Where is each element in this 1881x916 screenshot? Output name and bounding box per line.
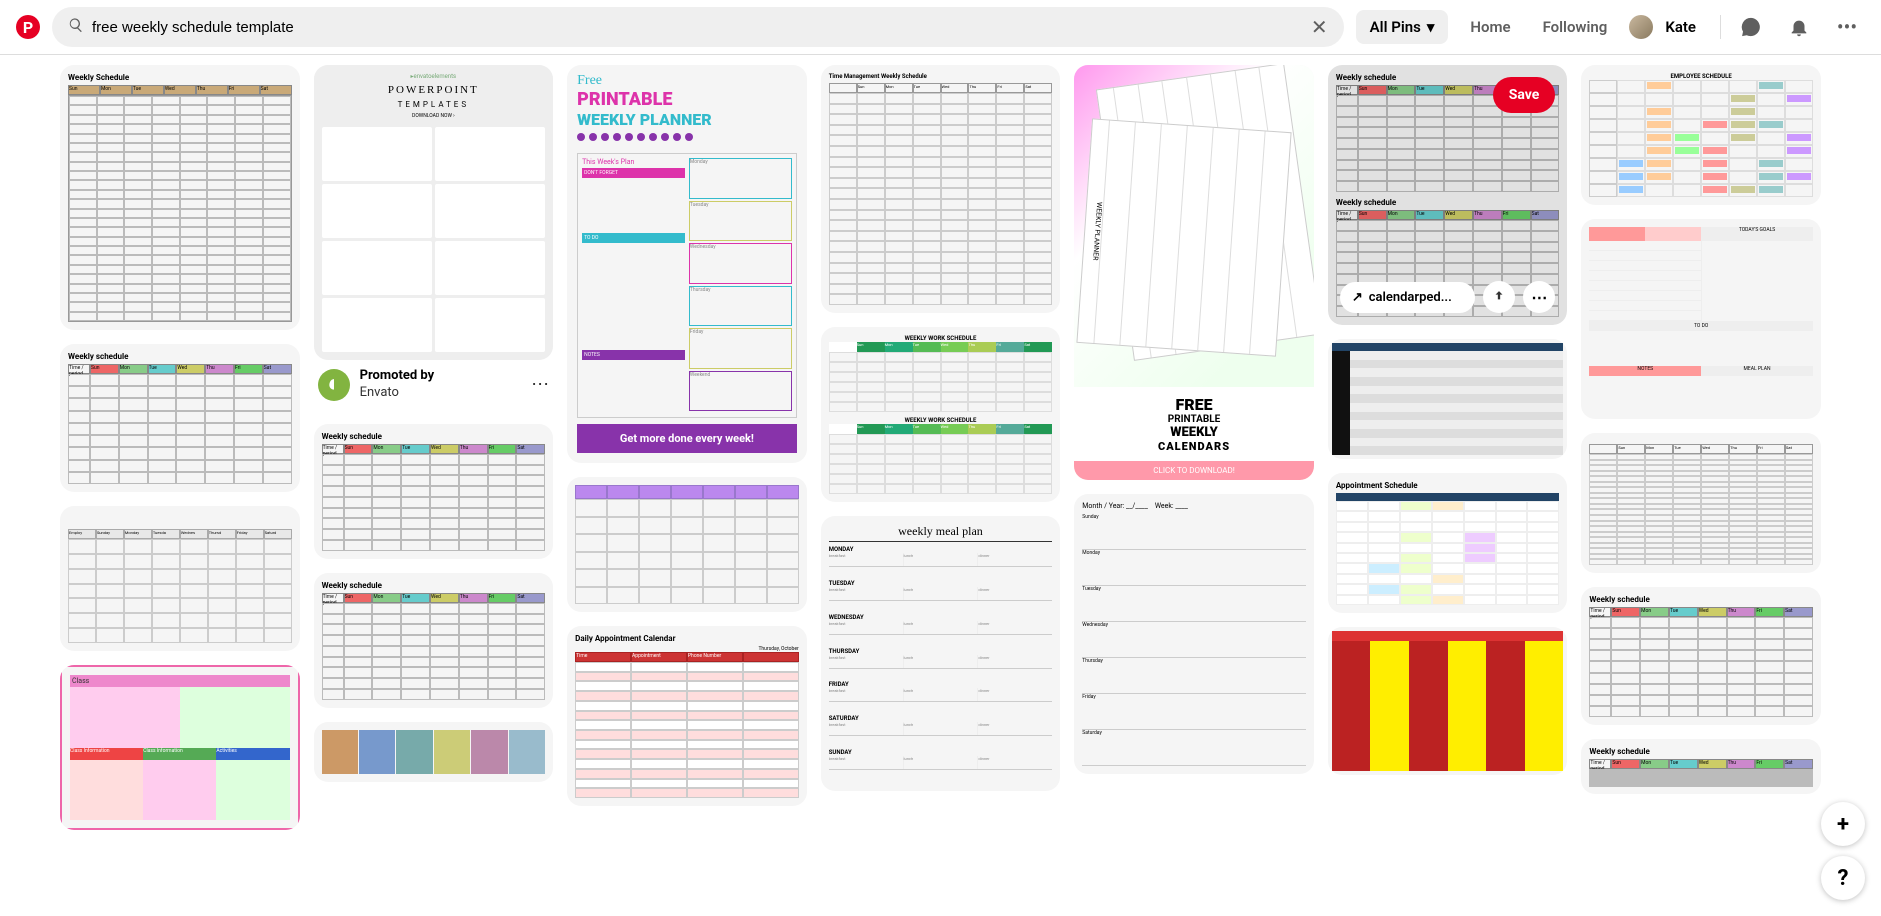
- pin[interactable]: WEEKLY PLANNER WEEKLY PLANNER FREE PRINT…: [1074, 65, 1314, 480]
- promoter-logo[interactable]: [318, 369, 350, 401]
- help-button[interactable]: ?: [1821, 856, 1865, 900]
- pin[interactable]: Time Management Weekly ScheduleSunMonTue…: [821, 65, 1061, 313]
- external-link-icon: ↗: [1352, 290, 1363, 305]
- all-pins-filter[interactable]: All Pins ▾: [1356, 10, 1449, 44]
- pin[interactable]: [1328, 339, 1568, 459]
- search-input[interactable]: [92, 19, 1303, 36]
- pin[interactable]: ▸envatoelements POWERPOINT TEMPLATES DOW…: [314, 65, 554, 410]
- pin[interactable]: Appointment Schedule: [1328, 473, 1568, 613]
- pin[interactable]: Weekly scheduleTime / periodSunMonTueWed…: [1328, 65, 1568, 325]
- promoted-attribution: Promoted byEnvato ⋯: [314, 360, 554, 410]
- pin[interactable]: Weekly scheduleTime / periodSunMonTueWed…: [1581, 739, 1821, 794]
- pin[interactable]: Weekly scheduleTime / periodSunMonTueWed…: [60, 344, 300, 492]
- pin[interactable]: EMPLOYEE SCHEDULE: [1581, 65, 1821, 205]
- search-icon: [68, 17, 84, 37]
- pin[interactable]: [1328, 627, 1568, 775]
- pin[interactable]: Weekly scheduleTime / periodSunMonTueWed…: [314, 424, 554, 559]
- pin[interactable]: Weekly scheduleTime / periodSunMonTueWed…: [1581, 587, 1821, 725]
- more-icon[interactable]: •••: [1829, 9, 1865, 45]
- chevron-down-icon: ▾: [1427, 18, 1435, 36]
- more-button[interactable]: ⋯: [1523, 281, 1555, 313]
- pin[interactable]: SunMonTueWedThuFriSat: [1581, 433, 1821, 573]
- promo-more-icon[interactable]: ⋯: [531, 374, 549, 395]
- pin[interactable]: [567, 477, 807, 612]
- user-name[interactable]: Kate: [1665, 18, 1708, 36]
- notifications-icon[interactable]: [1781, 9, 1817, 45]
- pin[interactable]: Free PRINTABLE WEEKLY PLANNER This Week'…: [567, 65, 807, 463]
- nav-following[interactable]: Following: [1533, 18, 1618, 36]
- pin[interactable]: Month / Year: __/____ Week: ____ SundayM…: [1074, 494, 1314, 774]
- pin[interactable]: Weekly scheduleTime / periodSunMonTueWed…: [314, 573, 554, 708]
- pin[interactable]: Daily Appointment CalendarThursday, Octo…: [567, 626, 807, 806]
- pin[interactable]: TODAY'S GOALS TO DO NOTESMEAL PLAN: [1581, 219, 1821, 419]
- pin[interactable]: WEEKLY WORK SCHEDULE SunMonTueWedThuFriS…: [821, 327, 1061, 502]
- nav-home[interactable]: Home: [1460, 18, 1520, 36]
- source-link[interactable]: ↗calendarped...: [1340, 282, 1476, 313]
- pin[interactable]: [314, 722, 554, 782]
- header: P ✕ All Pins ▾ Home Following Kate •••: [0, 0, 1881, 55]
- pin[interactable]: EmploySundayMondayTuesdaWednesThursdFrid…: [60, 506, 300, 651]
- avatar[interactable]: [1629, 15, 1653, 39]
- clear-search-icon[interactable]: ✕: [1311, 17, 1328, 37]
- pinterest-logo[interactable]: P: [16, 15, 40, 39]
- add-button[interactable]: +: [1821, 802, 1865, 846]
- floating-actions: + ?: [1821, 802, 1865, 900]
- pin[interactable]: weekly meal plan MONDAYbreakfastlunchdin…: [821, 516, 1061, 791]
- pin-grid: Weekly Schedule SunMonTueWedThuFriSat We…: [0, 55, 1881, 840]
- pin[interactable]: Weekly Schedule SunMonTueWedThuFriSat: [60, 65, 300, 330]
- messages-icon[interactable]: [1733, 9, 1769, 45]
- share-button[interactable]: [1483, 281, 1515, 313]
- search-bar: ✕: [52, 7, 1344, 47]
- divider: [1720, 15, 1721, 39]
- pin[interactable]: Class Class InformationClass Information…: [60, 665, 300, 830]
- save-button[interactable]: Save: [1493, 77, 1556, 113]
